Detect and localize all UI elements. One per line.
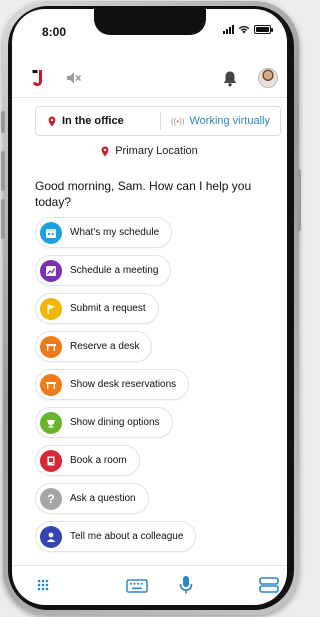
phone-frame: 8:00 In the office ((•)) Working virtual… <box>1 1 301 615</box>
desk-icon <box>40 335 62 358</box>
suggestion-chip-meeting[interactable]: Schedule a meeting <box>35 255 172 286</box>
suggestion-label: What's my schedule <box>70 227 160 238</box>
cellular-signal-icon <box>223 25 234 34</box>
suggestion-label: Ask a question <box>70 493 136 504</box>
bottom-toolbar <box>12 566 287 605</box>
volume-down-button <box>1 199 5 239</box>
power-button <box>297 169 301 231</box>
mute-switch <box>1 111 5 133</box>
primary-location-label: Primary Location <box>115 145 198 157</box>
chart-icon <box>40 259 62 282</box>
brand-logo-icon <box>32 70 42 86</box>
suggestion-chip-book-room[interactable]: Book a room <box>35 445 140 476</box>
suggestion-label: Book a room <box>70 455 127 466</box>
header-divider <box>12 97 287 98</box>
greeting-message: Good morning, Sam. How can I help you to… <box>35 179 252 209</box>
suggestion-label: Tell me about a colleague <box>70 531 184 542</box>
dining-icon <box>40 411 62 434</box>
map-pin-icon <box>48 116 56 126</box>
in-office-option[interactable]: In the office <box>36 107 160 135</box>
suggestion-label: Schedule a meeting <box>70 265 159 276</box>
suggestion-label: Reserve a desk <box>70 341 140 352</box>
map-pin-icon <box>101 146 109 156</box>
in-office-label: In the office <box>62 115 124 127</box>
microphone-icon[interactable] <box>179 575 193 595</box>
suggestion-chip-request[interactable]: Submit a request <box>35 293 159 324</box>
suggestion-chip-schedule[interactable]: What's my schedule <box>35 217 173 248</box>
status-icons <box>223 25 273 34</box>
suggestion-chip-reserve-desk[interactable]: Reserve a desk <box>35 331 153 362</box>
location-toggle: In the office ((•)) Working virtually <box>35 106 281 136</box>
calendar-icon <box>40 221 62 244</box>
question-icon: ? <box>40 487 62 510</box>
suggestion-chip-ask-question[interactable]: ? Ask a question <box>35 483 149 514</box>
notification-bell-icon[interactable] <box>222 70 238 87</box>
notch <box>94 9 206 35</box>
suggestion-chip-dining[interactable]: Show dining options <box>35 407 173 438</box>
user-avatar[interactable] <box>258 68 278 88</box>
person-icon <box>40 525 62 548</box>
room-icon <box>40 449 62 472</box>
app-screen: 8:00 In the office ((•)) Working virtual… <box>12 9 287 605</box>
speaker-muted-icon[interactable] <box>66 71 82 85</box>
suggestion-label: Show desk reservations <box>70 379 177 390</box>
suggestion-chip-colleague[interactable]: Tell me about a colleague <box>35 521 197 552</box>
working-virtually-label: Working virtually <box>189 115 270 127</box>
suggestion-label: Show dining options <box>70 417 160 428</box>
volume-up-button <box>1 151 5 191</box>
suggestion-chip-desk-reservations[interactable]: Show desk reservations <box>35 369 190 400</box>
app-header <box>12 61 287 95</box>
app-grid-icon[interactable] <box>36 578 50 592</box>
status-time: 8:00 <box>42 25 67 39</box>
wifi-icon <box>238 25 250 34</box>
broadcast-icon: ((•)) <box>171 116 185 126</box>
desk-icon <box>40 373 62 396</box>
panels-icon[interactable] <box>259 577 279 593</box>
primary-location[interactable]: Primary Location <box>12 145 287 157</box>
suggestion-label: Submit a request <box>70 303 146 314</box>
flag-icon <box>40 297 62 320</box>
keyboard-icon[interactable] <box>126 579 148 593</box>
working-virtually-option[interactable]: ((•)) Working virtually <box>161 107 280 135</box>
battery-icon <box>254 25 273 34</box>
